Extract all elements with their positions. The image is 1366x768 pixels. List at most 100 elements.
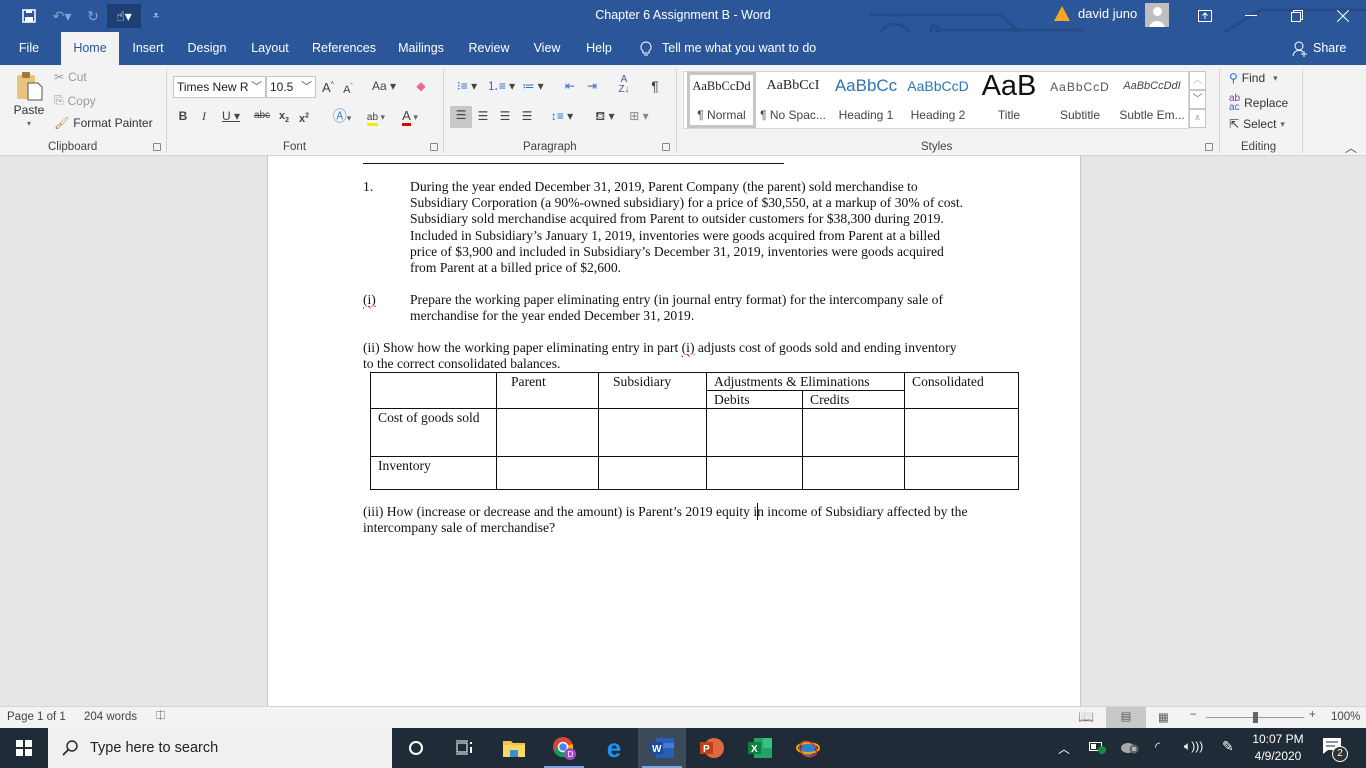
shrink-font-button[interactable]: Aˇ bbox=[340, 78, 356, 99]
tab-mailings[interactable]: Mailings bbox=[392, 32, 450, 65]
select-button[interactable]: ⇱ Select ▾ bbox=[1229, 117, 1285, 131]
share-button[interactable]: Share bbox=[1292, 32, 1346, 65]
highlight-button[interactable]: ab ▾ bbox=[360, 107, 392, 127]
customize-qat-button[interactable]: ⩡ bbox=[148, 4, 164, 28]
task-view-button[interactable] bbox=[440, 728, 488, 768]
user-account[interactable]: david juno bbox=[1054, 6, 1137, 21]
italic-button[interactable]: I bbox=[197, 107, 211, 125]
word-count[interactable]: 204 words bbox=[84, 711, 137, 723]
styles-scroll-down[interactable]: ﹀ bbox=[1189, 90, 1206, 109]
header-subsidiary[interactable]: Subsidiary bbox=[598, 372, 707, 409]
style-heading-1[interactable]: AaBbCc Heading 1 bbox=[830, 72, 902, 128]
style-subtle-emphasis[interactable]: AaBbCcDdI Subtle Em... bbox=[1116, 72, 1188, 128]
cell-debits[interactable] bbox=[706, 408, 803, 457]
change-case-button[interactable]: Aa ▾ bbox=[368, 77, 400, 95]
cell-parent[interactable] bbox=[496, 456, 599, 490]
start-button[interactable] bbox=[0, 728, 48, 768]
avatar[interactable] bbox=[1145, 3, 1169, 27]
zoom-slider-thumb[interactable] bbox=[1252, 712, 1258, 723]
header-adjustments[interactable]: Adjustments & Eliminations bbox=[706, 372, 905, 391]
taskbar-file-explorer[interactable] bbox=[490, 728, 538, 768]
borders-button[interactable]: ⊞ ▾ bbox=[624, 107, 654, 125]
style-heading-2[interactable]: AaBbCcD Heading 2 bbox=[902, 72, 974, 128]
superscript-button[interactable]: x2 bbox=[296, 107, 312, 128]
row-label[interactable]: Inventory bbox=[370, 456, 497, 490]
taskbar-excel[interactable]: X bbox=[736, 728, 784, 768]
zoom-in-button[interactable]: + bbox=[1309, 709, 1316, 721]
line-spacing-button[interactable]: ↕≡ ▾ bbox=[548, 107, 576, 125]
touch-mode-button[interactable]: ☝▾ bbox=[107, 4, 141, 28]
copy-button[interactable]: ⎘ Copy bbox=[54, 93, 96, 108]
underline-button[interactable]: U ▾ bbox=[218, 107, 244, 125]
row-label[interactable]: Cost of goods sold bbox=[370, 408, 497, 457]
clear-formatting-button[interactable]: ◆ bbox=[412, 77, 430, 95]
header-consolidated[interactable]: Consolidated bbox=[904, 372, 1019, 409]
minimize-button[interactable] bbox=[1228, 0, 1274, 32]
strikethrough-button[interactable]: abc bbox=[252, 107, 272, 125]
clock[interactable]: 10:07 PM 4/9/2020 bbox=[1248, 731, 1308, 765]
web-layout-icon[interactable]: ▦ bbox=[1158, 710, 1169, 724]
onedrive-tray-icon[interactable] bbox=[1120, 740, 1140, 757]
text-effects-button[interactable]: Ⓐ▾ bbox=[328, 107, 356, 127]
proofing-icon[interactable]: ⎅ bbox=[156, 710, 165, 723]
subscript-button[interactable]: x2 bbox=[276, 107, 292, 130]
styles-more-button[interactable]: ⩡ bbox=[1189, 109, 1206, 128]
volume-tray-icon[interactable]: 🔈︎))) bbox=[1184, 739, 1203, 754]
taskbar-other-app[interactable] bbox=[784, 728, 832, 768]
font-name-combo[interactable]: Times New R ﹀ bbox=[173, 76, 266, 98]
align-center-button[interactable]: ☰ bbox=[474, 107, 492, 125]
taskbar-chrome[interactable]: D bbox=[540, 728, 588, 768]
cut-button[interactable]: ✂ Cut bbox=[54, 70, 87, 84]
page-count[interactable]: Page 1 of 1 bbox=[7, 711, 66, 723]
close-button[interactable] bbox=[1320, 0, 1366, 32]
undo-button[interactable]: ↶▾ bbox=[48, 4, 76, 28]
styles-scroll-up[interactable]: ︿ bbox=[1189, 71, 1206, 90]
justify-button[interactable]: ☰ bbox=[518, 107, 536, 125]
format-painter-button[interactable]: 🖌 Format Painter bbox=[54, 116, 153, 130]
restore-button[interactable] bbox=[1274, 0, 1320, 32]
document-page[interactable]: Solutions to the assignment will be post… bbox=[267, 156, 1081, 706]
read-mode-icon[interactable]: 📖 bbox=[1078, 709, 1094, 725]
align-left-button[interactable]: ☰ bbox=[450, 106, 472, 128]
tab-review[interactable]: Review bbox=[463, 32, 515, 65]
style-normal[interactable]: AaBbCcDd ¶ Normal bbox=[687, 72, 756, 128]
numbering-button[interactable]: ⒈≡ ▾ bbox=[486, 77, 516, 95]
tab-insert[interactable]: Insert bbox=[125, 32, 171, 65]
cell-consolidated[interactable] bbox=[904, 456, 1019, 490]
tell-me-search[interactable]: Tell me what you want to do bbox=[640, 32, 816, 65]
sort-button[interactable]: A Z↓ bbox=[615, 75, 633, 95]
zoom-level[interactable]: 100% bbox=[1331, 711, 1360, 723]
multilevel-list-button[interactable]: ≔ ▾ bbox=[518, 77, 548, 95]
bold-button[interactable]: B bbox=[176, 107, 190, 125]
taskbar-powerpoint[interactable]: P bbox=[688, 728, 736, 768]
zoom-out-button[interactable]: − bbox=[1190, 709, 1197, 721]
ribbon-display-options-button[interactable] bbox=[1182, 0, 1228, 32]
cell-subsidiary[interactable] bbox=[598, 408, 707, 457]
increase-indent-button[interactable]: ⇥ bbox=[583, 77, 601, 95]
style-title[interactable]: AaB Title bbox=[974, 70, 1044, 128]
font-size-combo[interactable]: 10.5 ﹀ bbox=[266, 76, 316, 98]
cell-parent[interactable] bbox=[496, 408, 599, 457]
replace-button[interactable]: ab ac Replace bbox=[1229, 94, 1288, 113]
pen-tray-icon[interactable]: ✎ bbox=[1222, 738, 1234, 755]
tab-file[interactable]: File bbox=[10, 32, 48, 65]
tab-design[interactable]: Design bbox=[181, 32, 233, 65]
header-parent[interactable]: Parent bbox=[496, 372, 599, 409]
cell-credits[interactable] bbox=[802, 456, 905, 490]
tab-help[interactable]: Help bbox=[579, 32, 619, 65]
save-button[interactable] bbox=[18, 4, 40, 28]
show-hidden-icons-button[interactable]: ︿ bbox=[1058, 740, 1070, 757]
shading-button[interactable]: ⛾ ▾ bbox=[590, 107, 620, 125]
paste-button[interactable]: Paste ▾ bbox=[12, 71, 46, 137]
action-center-button[interactable]: 2 bbox=[1322, 737, 1348, 762]
tab-layout[interactable]: Layout bbox=[244, 32, 296, 65]
print-layout-icon[interactable]: ▤ bbox=[1106, 707, 1146, 728]
paragraph-launcher-icon[interactable] bbox=[662, 143, 670, 151]
tab-home[interactable]: Home bbox=[61, 32, 119, 65]
cell-debits[interactable] bbox=[706, 456, 803, 490]
grow-font-button[interactable]: A^ bbox=[320, 77, 336, 97]
clipboard-launcher-icon[interactable] bbox=[153, 143, 161, 151]
zoom-slider[interactable] bbox=[1206, 712, 1304, 723]
redo-button[interactable]: ↻ bbox=[84, 4, 102, 28]
header-debits[interactable]: Debits bbox=[706, 390, 803, 409]
